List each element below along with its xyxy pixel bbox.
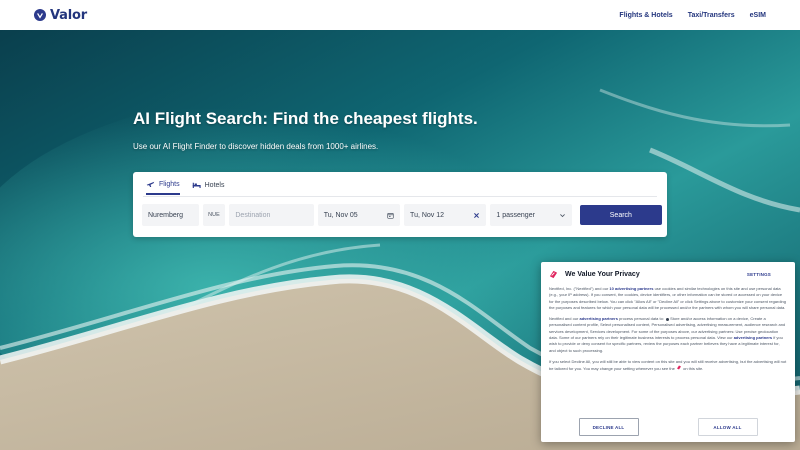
chevron-down-icon [559, 213, 565, 217]
privacy-text: process personal data to: [617, 316, 666, 322]
hero-title: AI Flight Search: Find the cheapest flig… [133, 109, 478, 128]
tab-flights[interactable]: Flights [146, 180, 180, 195]
tab-flights-label: Flights [159, 180, 180, 188]
advertising-partners-link[interactable]: advertising partners [579, 316, 617, 321]
bed-icon [192, 182, 201, 188]
privacy-body: Nextfied, Inc. ("Nextfied") and our 10 a… [549, 286, 787, 373]
privacy-text: If you select Decline All, you will stil… [549, 358, 787, 372]
logo-icon [34, 9, 46, 21]
privacy-text: Nextfied, Inc. ("Nextfied") and our [549, 286, 610, 291]
passenger-value: 1 passenger [496, 211, 535, 219]
logo[interactable]: Valor [34, 8, 87, 23]
calendar-icon[interactable] [387, 212, 394, 219]
nav-esim[interactable]: eSIM [750, 12, 766, 19]
origin-airport-code: NUE [202, 204, 226, 226]
privacy-paragraph-1: Nextfied, Inc. ("Nextfied") and our 10 a… [549, 286, 787, 311]
tab-hotels[interactable]: Hotels [192, 180, 225, 195]
depart-date-field[interactable]: Tu, Nov 05 [317, 204, 401, 226]
privacy-paragraph-3: If you select Decline All, you will stil… [549, 359, 787, 373]
privacy-title: We Value Your Privacy [565, 270, 640, 278]
top-header: Valor Flights & Hotels Taxi/Transfers eS… [0, 0, 800, 30]
clear-icon[interactable] [473, 212, 480, 219]
origin-input[interactable]: Nuremberg [142, 204, 199, 226]
passenger-select[interactable]: 1 passenger [490, 204, 572, 226]
destination-input[interactable]: Destination [229, 204, 314, 226]
privacy-header: We Value Your Privacy SETTINGS [549, 268, 787, 280]
hero-subtitle: Use our AI Flight Finder to discover hid… [133, 142, 379, 151]
main-nav: Flights & Hotels Taxi/Transfers eSIM [619, 12, 766, 19]
search-tabs: Flights Hotels [146, 180, 224, 195]
privacy-paragraph-2: Nextfied and our advertising partners pr… [549, 316, 787, 354]
allow-all-button[interactable]: ALLOW ALL [697, 418, 758, 436]
flight-search-card: Flights Hotels Nuremberg NUE Destination… [133, 172, 667, 237]
advertising-partners-link[interactable]: advertising partners [734, 335, 772, 340]
return-date-value: Tu, Nov 12 [410, 211, 445, 219]
privacy-consent-dialog: We Value Your Privacy SETTINGS Nextfied,… [541, 262, 795, 442]
logo-text: Valor [50, 7, 87, 23]
privacy-settings-link[interactable]: SETTINGS [747, 272, 771, 277]
privacy-actions: DECLINE ALL ALLOW ALL [549, 418, 787, 436]
search-button[interactable]: Search [579, 205, 662, 225]
privacy-logo-icon [549, 270, 558, 278]
privacy-text: Nextfied and our [549, 316, 580, 322]
tabs-divider [143, 196, 657, 197]
advertising-partners-link[interactable]: 10 advertising partners [609, 286, 653, 291]
privacy-settings-icon[interactable] [676, 365, 682, 370]
plane-icon [146, 181, 155, 187]
return-date-field[interactable]: Tu, Nov 12 [404, 204, 487, 226]
decline-all-button[interactable]: DECLINE ALL [578, 418, 639, 436]
search-fields: Nuremberg NUE Destination Tu, Nov 05 Tu,… [142, 204, 662, 226]
tab-hotels-label: Hotels [204, 181, 225, 189]
nav-taxi-transfers[interactable]: Taxi/Transfers [688, 12, 735, 19]
bullet-icon [666, 317, 670, 321]
privacy-text: on this site. [683, 366, 704, 372]
depart-date-value: Tu, Nov 05 [323, 211, 358, 219]
nav-flights-hotels[interactable]: Flights & Hotels [619, 12, 672, 19]
